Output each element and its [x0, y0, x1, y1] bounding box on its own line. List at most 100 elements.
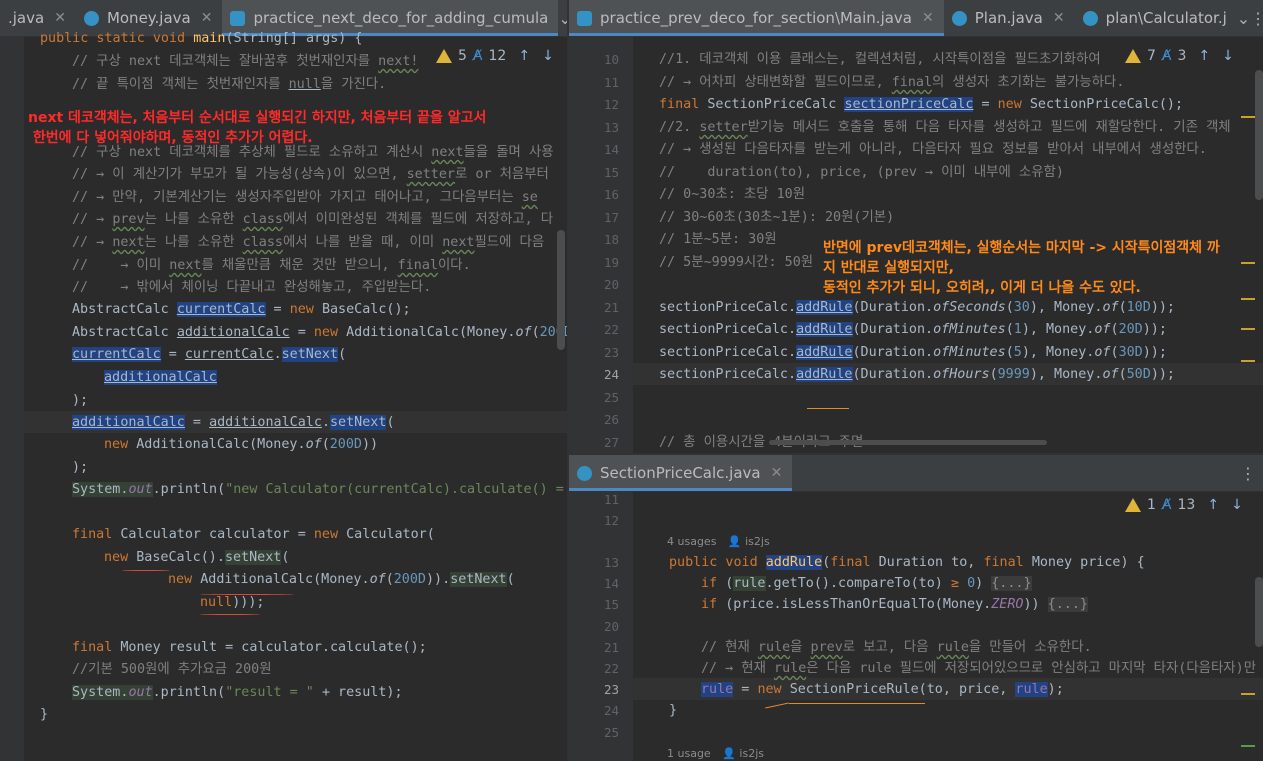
right-top-editor-pane: practice_prev_deco_for_section\Main.java… [569, 0, 1263, 453]
line-number: 16 [603, 187, 619, 202]
java-class-icon [1082, 10, 1098, 26]
code-line: // 끝 특이점 객체는 첫번재인자를 null을 가진다. [72, 77, 387, 92]
code-line: sectionPriceCalc.addRule(Duration.ofMinu… [659, 345, 1167, 360]
code-line: //2. setter받기능 메서드 호출을 통해 다음 타자를 생성하고 필드… [659, 120, 1231, 135]
line-number: 25 [603, 390, 619, 405]
right-bottom-tab-bar: SectionPriceCalc.java ✕ ⋮ [569, 455, 1263, 492]
code-line: public static void main(String[] args) { [40, 31, 363, 46]
tab-main-java[interactable]: practice_prev_deco_for_section\Main.java… [569, 0, 944, 36]
author-name: is2js [745, 535, 770, 548]
code-line: // 1분~5분: 30원 [659, 232, 777, 247]
right-top-tab-bar: practice_prev_deco_for_section\Main.java… [569, 0, 1263, 37]
arrow-down-icon[interactable]: ↓ [1222, 48, 1234, 64]
tab-plan-java[interactable]: Plan.java ✕ [944, 0, 1075, 36]
code-line: // → 생성된 다음타자를 받는게 아니라, 다음타자 필요 정보를 받아서 … [659, 142, 1207, 157]
warning-marker [1241, 360, 1255, 362]
arrow-down-icon[interactable]: ↓ [542, 48, 554, 64]
code-line: new AdditionalCalc(Money.of(200D)).setNe… [168, 572, 515, 587]
tab-calculator-java[interactable]: plan\Calculator.j [1075, 0, 1237, 36]
line-number: 25 [603, 725, 619, 740]
author-icon: 👤 [722, 747, 736, 760]
orange-underline-mark [807, 408, 849, 409]
code-line: // → 현재 rule은 다음 rule 필드에 저장되어있으므로 안심하고 … [701, 661, 1257, 676]
right-bottom-scrollbar[interactable] [1255, 577, 1263, 647]
orange-underline-mark [765, 702, 789, 709]
close-icon[interactable]: ✕ [771, 465, 783, 481]
left-annotation-note: next 데코객체는, 처음부터 순서대로 실행되긴 하지만, 처음부터 끝을 … [28, 110, 487, 146]
line-number: 11 [603, 492, 619, 507]
code-line: // 구상 next 데코객체를 추상체 필드로 소유하고 계산시 next들을… [72, 145, 554, 160]
author-icon: 👤 [727, 535, 742, 548]
inspection-widget[interactable]: 7 A̸ 3 ↑ ↓ [1125, 48, 1234, 64]
code-line: ); [72, 393, 89, 408]
code-line: // → 밖에서 체이닝 다끝내고 완성해놓고, 주입받는다. [72, 280, 432, 295]
code-line: new BaseCalc().setNext( [104, 550, 290, 565]
code-line: final SectionPriceCalc sectionPriceCalc … [659, 97, 1184, 112]
code-line: rule = new SectionPriceRule(to, price, r… [701, 682, 1064, 697]
line-number: 21 [603, 300, 619, 315]
tab-label: plan\Calculator.j [1105, 9, 1227, 27]
code-line: additionalCalc = additionalCalc.setNext( [72, 415, 395, 430]
usages-count: 1 usage [667, 747, 711, 760]
chevron-down-icon[interactable]: ⌄ [1237, 0, 1250, 36]
code-line: //기본 500원에 추가요금 200원 [72, 662, 272, 677]
chevron-down-icon[interactable]: ⌄ [558, 0, 567, 36]
code-line: if (price.isLessThanOrEqualTo(Money.ZERO… [701, 597, 1088, 612]
tab-label: Plan.java [974, 9, 1043, 27]
close-icon[interactable]: ✕ [201, 10, 213, 26]
warning-marker [1241, 745, 1255, 747]
left-scrollbar[interactable] [557, 230, 565, 350]
typo-count: 3 [1177, 48, 1187, 64]
warning-marker [1241, 298, 1255, 300]
code-line: sectionPriceCalc.addRule(Duration.ofMinu… [659, 322, 1167, 337]
line-number: 15 [603, 597, 619, 612]
close-icon[interactable]: ✕ [1053, 10, 1065, 26]
orange-underline-mark [789, 703, 925, 704]
tab-label: Money.java [106, 9, 191, 27]
warning-marker [1241, 328, 1255, 330]
line-number: 12 [603, 97, 619, 112]
code-line: // → 어차피 상태변화할 필드이므로, final의 생성자 초기화는 불가… [659, 75, 1125, 90]
right-bottom-editor-pane: SectionPriceCalc.java ✕ ⋮ 11 12 13 14 15… [569, 455, 1263, 761]
typo-icon: A̸ [1161, 497, 1172, 513]
warning-icon [1125, 498, 1141, 512]
code-line: public void addRule(final Duration to, f… [669, 555, 1145, 570]
right-top-scrollbar[interactable] [1255, 70, 1263, 200]
close-icon[interactable]: ✕ [922, 10, 934, 26]
tab-label: .java [8, 9, 45, 27]
close-icon[interactable]: ✕ [54, 10, 66, 26]
line-number: 13 [603, 555, 619, 570]
red-underline-mark [122, 570, 170, 571]
code-line: AbstractCalc currentCalc = new BaseCalc(… [72, 302, 411, 317]
arrow-up-icon[interactable]: ↑ [1198, 48, 1210, 64]
java-class-icon [83, 10, 99, 26]
code-line: // 5분~9999시간: 50원 [659, 255, 814, 270]
code-line: // duration(to), price, (prev → 이미 내부에 소… [659, 165, 1064, 180]
more-options-icon[interactable]: ⋮ [1250, 0, 1263, 36]
tab-section-price-calc[interactable]: SectionPriceCalc.java ✕ [569, 455, 793, 491]
line-number: 10 [603, 52, 619, 67]
arrow-up-icon[interactable]: ↑ [1207, 497, 1219, 513]
line-number: 15 [603, 165, 619, 180]
red-underline-mark [200, 594, 294, 595]
code-line: null))); [200, 595, 265, 610]
inspection-widget[interactable]: 5 A̸ 12 ↑ ↓ [436, 48, 554, 64]
horizontal-scrollbar[interactable] [769, 440, 1047, 445]
code-line: sectionPriceCalc.addRule(Duration.ofHour… [659, 367, 1175, 382]
warning-count: 7 [1147, 48, 1156, 64]
line-number: 14 [603, 576, 619, 591]
warning-marker [1241, 116, 1255, 118]
arrow-up-icon[interactable]: ↑ [518, 48, 530, 64]
line-number: 12 [603, 513, 619, 528]
more-options-icon[interactable]: ⋮ [1233, 455, 1263, 491]
code-line: sectionPriceCalc.addRule(Duration.ofSeco… [659, 300, 1175, 315]
code-line: // → 이 계산기가 부모가 될 가능성(상속)이 있으면, setter로 … [72, 167, 549, 182]
code-line: // → 이미 next를 채울만큼 채운 것만 받으니, final이다. [72, 258, 471, 273]
line-number: 22 [603, 322, 619, 337]
usages-hint[interactable]: 1 usage 👤 is2js [667, 747, 764, 760]
usages-hint[interactable]: 4 usages 👤 is2js [667, 535, 770, 548]
left-editor-pane: .java ✕ Money.java ✕ practice_next_deco_… [0, 0, 567, 761]
arrow-down-icon[interactable]: ↓ [1231, 497, 1243, 513]
code-line: // 0~30초: 초당 10원 [659, 187, 806, 202]
inspection-widget[interactable]: 1 A̸ 13 ↑ ↓ [1125, 497, 1243, 513]
